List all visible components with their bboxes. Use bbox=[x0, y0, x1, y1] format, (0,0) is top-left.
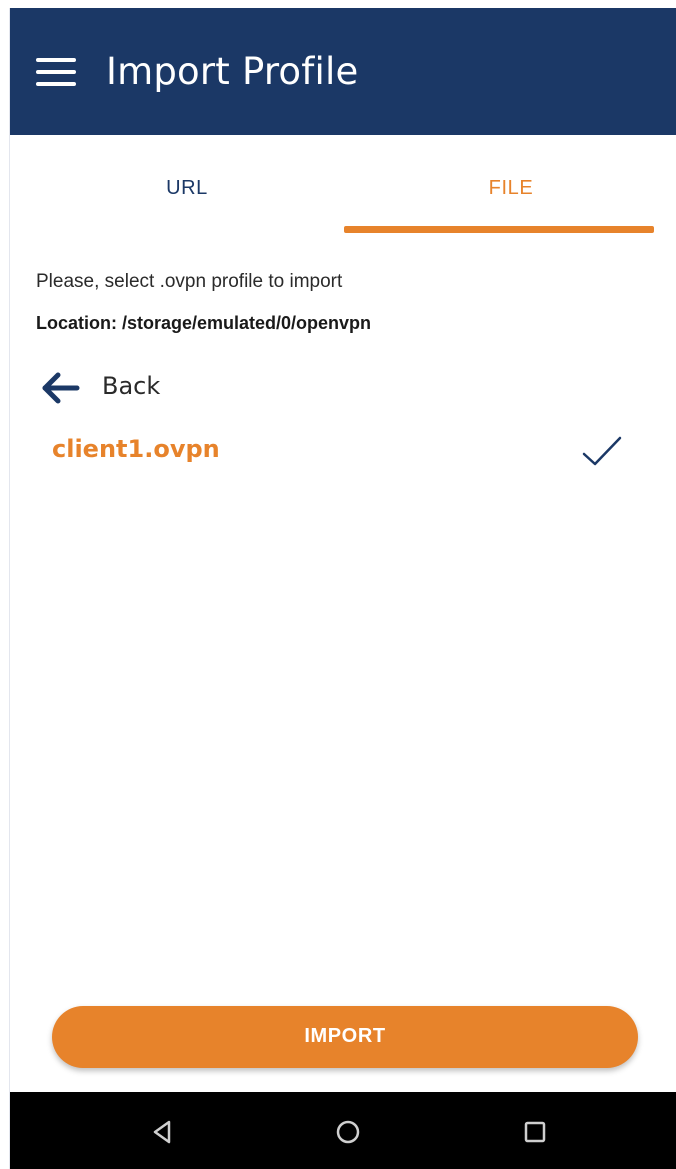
tab-url-label: URL bbox=[166, 177, 208, 199]
tab-bar: URL FILE bbox=[10, 135, 676, 235]
tab-file[interactable]: FILE bbox=[344, 135, 676, 235]
menu-icon[interactable] bbox=[34, 52, 78, 92]
tab-url[interactable]: URL bbox=[20, 135, 354, 235]
back-button[interactable]: Back bbox=[36, 366, 336, 410]
nav-back-triangle-icon[interactable] bbox=[142, 1112, 182, 1152]
import-button-label: IMPORT bbox=[304, 1025, 386, 1047]
app-bar: Import Profile bbox=[10, 8, 676, 135]
checkmark-icon bbox=[582, 436, 622, 466]
file-list-item[interactable]: client1.ovpn bbox=[10, 422, 676, 484]
file-name: client1.ovpn bbox=[52, 435, 220, 463]
arrow-left-icon bbox=[42, 372, 80, 404]
screen: Import Profile URL FILE Please, select .… bbox=[0, 0, 676, 1169]
tab-selected-indicator bbox=[344, 226, 654, 233]
page-title: Import Profile bbox=[106, 50, 359, 93]
instruction-text: Please, select .ovpn profile to import bbox=[36, 271, 343, 292]
nav-home-circle-icon[interactable] bbox=[328, 1112, 368, 1152]
import-button[interactable]: IMPORT bbox=[52, 1006, 638, 1068]
back-label: Back bbox=[102, 372, 161, 400]
app-window: Import Profile URL FILE Please, select .… bbox=[9, 8, 676, 1169]
location-path: Location: /storage/emulated/0/openvpn bbox=[36, 313, 372, 333]
tab-file-label: FILE bbox=[488, 177, 534, 199]
nav-recents-square-icon[interactable] bbox=[515, 1112, 555, 1152]
system-navigation-bar bbox=[10, 1092, 676, 1169]
